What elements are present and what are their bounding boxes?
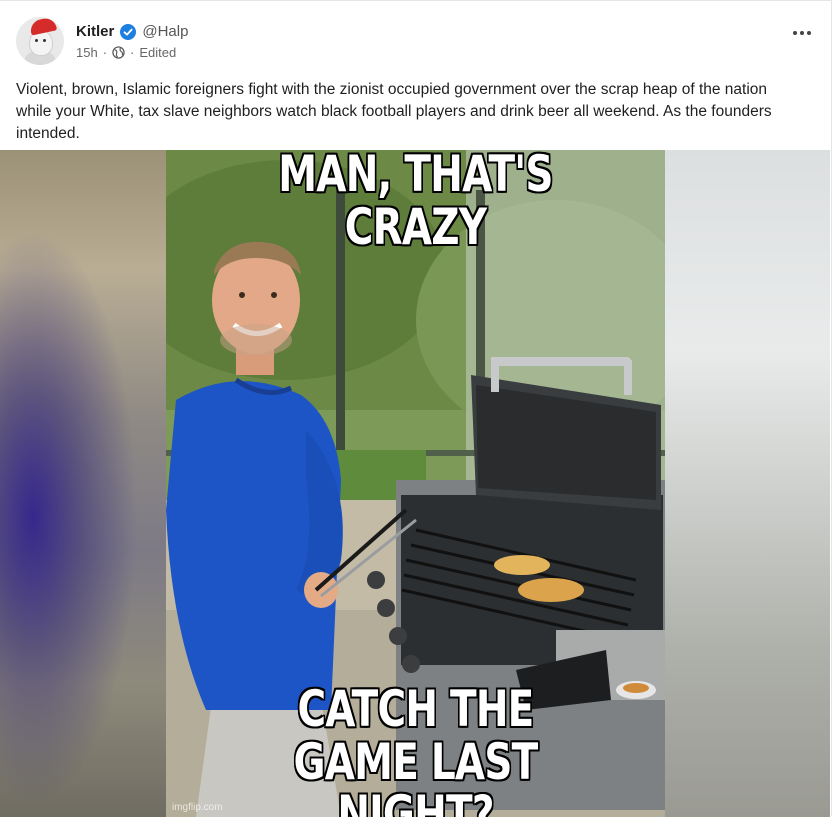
post-meta: 15h · · Edited [76, 45, 176, 60]
meta-separator: · [103, 45, 107, 60]
verified-badge-icon [120, 24, 136, 40]
post-media[interactable]: MAN, THAT'S CRAZY CATCH THE GAME LAST NI… [0, 150, 830, 817]
meme-bottom-line2: GAME LAST NIGHT? [221, 736, 610, 817]
avatar-eye [35, 39, 38, 42]
more-options-icon[interactable] [788, 23, 816, 43]
author-row: Kitler @Halp [76, 23, 188, 40]
post-time[interactable]: 15h [76, 45, 98, 60]
meta-separator: · [130, 45, 134, 60]
edited-label[interactable]: Edited [139, 45, 176, 60]
media-blur-right [665, 150, 830, 817]
author-handle[interactable]: @Halp [142, 23, 188, 40]
author-avatar[interactable] [16, 17, 64, 65]
meme-bottom-line1: CATCH THE [221, 683, 610, 736]
post-text: Violent, brown, Islamic foreigners fight… [16, 79, 806, 145]
author-name[interactable]: Kitler [76, 23, 114, 40]
post-header: Kitler @Halp 15h · · Edited [16, 17, 816, 65]
meme-image[interactable]: MAN, THAT'S CRAZY CATCH THE GAME LAST NI… [166, 150, 665, 817]
meme-top-caption: MAN, THAT'S CRAZY [221, 150, 610, 253]
post-card: Kitler @Halp 15h · · Edited Violent, bro… [0, 0, 832, 816]
imgflip-watermark: imgflip.com [172, 802, 223, 813]
santa-hat [29, 17, 57, 36]
globe-icon [112, 46, 125, 59]
media-blur-left [0, 150, 166, 817]
avatar-eye [43, 39, 46, 42]
meme-bottom-caption: CATCH THE GAME LAST NIGHT? [221, 683, 610, 817]
